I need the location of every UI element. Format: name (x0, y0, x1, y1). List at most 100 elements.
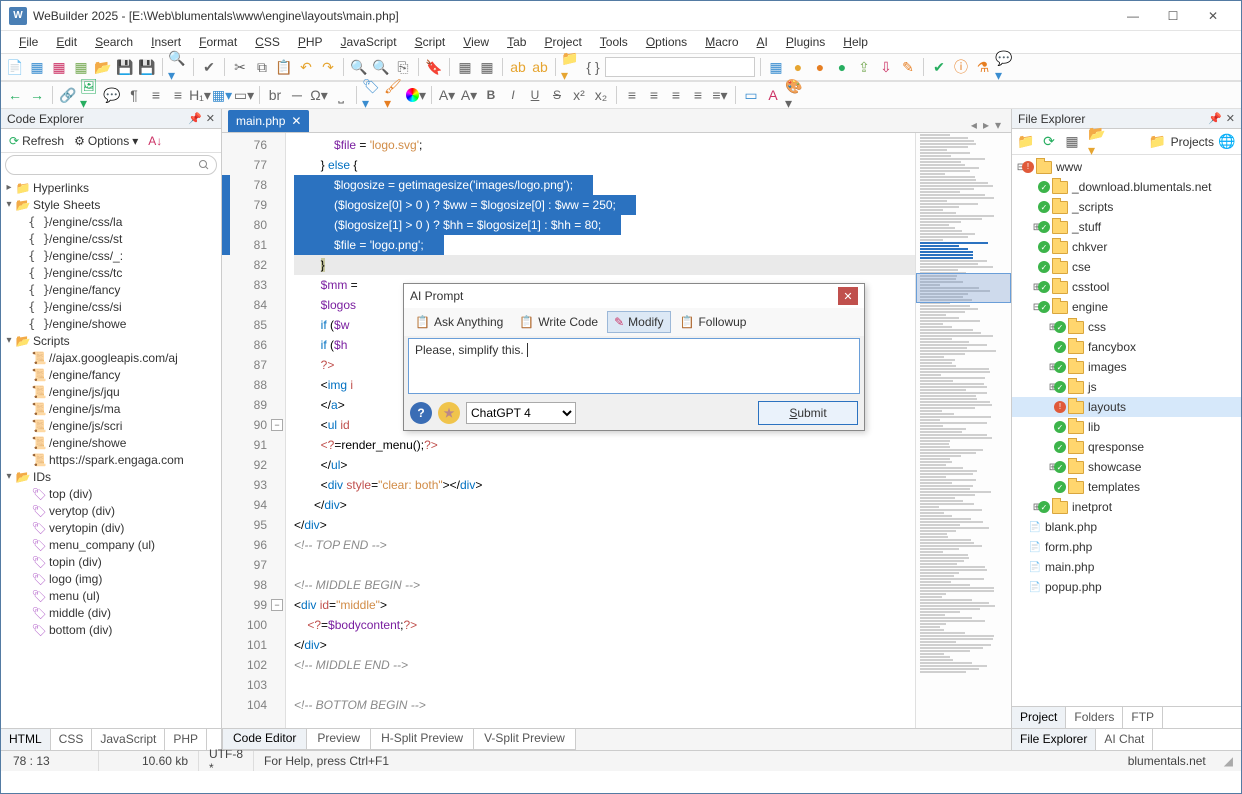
tab-prev-icon[interactable]: ◂ (971, 118, 977, 132)
fe-item[interactable]: 📄form.php (1012, 537, 1241, 557)
filter-icon[interactable]: ⚗ (973, 57, 993, 77)
open-folder-icon[interactable]: 📁▾ (561, 57, 581, 77)
spellcheck-icon[interactable]: ✔ (199, 57, 219, 77)
tree-item[interactable]: { }/engine/fancy (1, 281, 221, 298)
file-tab-main[interactable]: main.php ✕ (228, 110, 309, 132)
minimize-button[interactable]: — (1113, 2, 1153, 30)
box-icon[interactable]: ▭ (741, 85, 761, 105)
br-icon[interactable]: br (265, 85, 285, 105)
help-icon[interactable]: ? (410, 402, 432, 424)
tree-item[interactable]: { }/engine/showe (1, 315, 221, 332)
menu-script[interactable]: Script (407, 33, 454, 51)
tree-item[interactable]: 📜//ajax.googleapis.com/aj (1, 349, 221, 366)
fe-item[interactable]: ⊞✓csstool (1012, 277, 1241, 297)
fe-globe-icon[interactable]: 🌐 (1217, 132, 1237, 152)
fe-item[interactable]: ✓_download.blumentals.net (1012, 177, 1241, 197)
upload-icon[interactable]: ⇪ (854, 57, 874, 77)
fe-new-icon[interactable]: 📁 (1016, 132, 1036, 152)
align-right-icon[interactable]: ≡ (666, 85, 686, 105)
menu-search[interactable]: Search (87, 33, 141, 51)
resize-grip-icon[interactable]: ◢ (1224, 754, 1233, 768)
maximize-button[interactable]: ☐ (1153, 2, 1193, 30)
menu-help[interactable]: Help (835, 33, 876, 51)
replace-icon[interactable]: 🔍 (371, 57, 391, 77)
tree-item[interactable]: 🏷menu (ul) (1, 587, 221, 604)
heading-icon[interactable]: H₁▾ (190, 85, 210, 105)
sub-icon[interactable]: x₂ (591, 85, 611, 105)
nbsp-icon[interactable]: ⎵ (331, 85, 351, 105)
tree-item[interactable]: 🏷topin (div) (1, 553, 221, 570)
color-icon[interactable]: ▾ (406, 85, 426, 105)
tree-item[interactable]: 🏷logo (img) (1, 570, 221, 587)
para-icon[interactable]: ¶ (124, 85, 144, 105)
search-icon[interactable]: 🔍▾ (168, 57, 188, 77)
cut-icon[interactable]: ✂ (230, 57, 250, 77)
ai-write-button[interactable]: 📋Write Code (512, 311, 605, 333)
star-icon[interactable]: ★ (438, 402, 460, 424)
tree-item[interactable]: { }/engine/css/st (1, 230, 221, 247)
fe-item[interactable]: ✓chkver (1012, 237, 1241, 257)
lang-tab-html[interactable]: HTML (1, 729, 51, 750)
open-icon[interactable]: 📂 (93, 57, 113, 77)
align-justify-icon[interactable]: ≡ (688, 85, 708, 105)
paste-icon[interactable]: 📋 (274, 57, 294, 77)
new-css-icon[interactable]: ▦ (49, 57, 69, 77)
fe-item[interactable]: ✓lib (1012, 417, 1241, 437)
right-tab[interactable]: Project (1012, 707, 1066, 728)
fe-item[interactable]: 📄main.php (1012, 557, 1241, 577)
context-combo[interactable] (605, 57, 755, 77)
strike-icon[interactable]: S (547, 85, 567, 105)
menu-ai[interactable]: AI (749, 33, 776, 51)
fe-item[interactable]: ⊞✓css (1012, 317, 1241, 337)
projects-label[interactable]: Projects (1171, 135, 1214, 149)
tree-item[interactable]: ▾📂IDs (1, 468, 221, 485)
form-icon[interactable]: ▭▾ (234, 85, 254, 105)
pin-icon[interactable]: 📌 (1208, 112, 1222, 125)
ai-submit-button[interactable]: Submit (758, 401, 858, 425)
tree-item[interactable]: ▾📂Style Sheets (1, 196, 221, 213)
fe-item[interactable]: ⊟✓engine (1012, 297, 1241, 317)
indent-icon[interactable]: ▦ (455, 57, 475, 77)
comment-icon[interactable]: 💬▾ (995, 57, 1015, 77)
preview-icon[interactable]: ▦ (766, 57, 786, 77)
close-panel-icon[interactable]: ✕ (1226, 112, 1235, 125)
options-button[interactable]: ⚙ Options ▾ (70, 132, 142, 150)
tree-item[interactable]: 📜https://spark.engaga.com (1, 451, 221, 468)
fe-item[interactable]: ⊞✓_stuff (1012, 217, 1241, 237)
fe-item[interactable]: ⊞✓js (1012, 377, 1241, 397)
fe-item[interactable]: !layouts (1012, 397, 1241, 417)
info-icon[interactable]: ⓘ (951, 57, 971, 77)
menu-options[interactable]: Options (638, 33, 695, 51)
tree-item[interactable]: 📜/engine/js/ma (1, 400, 221, 417)
tree-item[interactable]: 📜/engine/fancy (1, 366, 221, 383)
bookmark-icon[interactable]: 🔖 (424, 57, 444, 77)
download-icon[interactable]: ⇩ (876, 57, 896, 77)
fe-item[interactable]: ⊟!www (1012, 157, 1241, 177)
tree-item[interactable]: 📜/engine/js/scri (1, 417, 221, 434)
brush-icon[interactable]: 🖌▾ (384, 85, 404, 105)
fe-refresh-icon[interactable]: ⟳ (1039, 132, 1059, 152)
tree-item[interactable]: 🏷middle (div) (1, 604, 221, 621)
redo-icon[interactable]: ↷ (318, 57, 338, 77)
tab-next-icon[interactable]: ▸ (983, 118, 989, 132)
find-icon[interactable]: 🔍 (349, 57, 369, 77)
sup-icon[interactable]: x² (569, 85, 589, 105)
undo-icon[interactable]: ↶ (296, 57, 316, 77)
save-all-icon[interactable]: 💾 (137, 57, 157, 77)
image-icon[interactable]: 🖼▾ (80, 85, 100, 105)
view-tab[interactable]: V-Split Preview (473, 729, 576, 750)
lang-tab-php[interactable]: PHP (165, 729, 207, 750)
fe-up-icon[interactable]: 📂▾ (1088, 132, 1108, 152)
new-file-icon[interactable]: 📄 (5, 57, 25, 77)
tree-item[interactable]: ▸📁Hyperlinks (1, 179, 221, 196)
fe-item[interactable]: ⊞✓inetprot (1012, 497, 1241, 517)
tree-item[interactable]: { }/engine/css/la (1, 213, 221, 230)
fe-item[interactable]: 📄blank.php (1012, 517, 1241, 537)
tree-item[interactable]: 🏷verytopin (div) (1, 519, 221, 536)
tree-item[interactable]: { }/engine/css/si (1, 298, 221, 315)
save-icon[interactable]: 💾 (115, 57, 135, 77)
ai-prompt-textarea[interactable]: Please, simplify this. (408, 338, 860, 394)
view-tab[interactable]: Preview (306, 729, 371, 750)
sort-button[interactable]: A↓ (144, 132, 166, 150)
lang-tab-css[interactable]: CSS (51, 729, 93, 750)
